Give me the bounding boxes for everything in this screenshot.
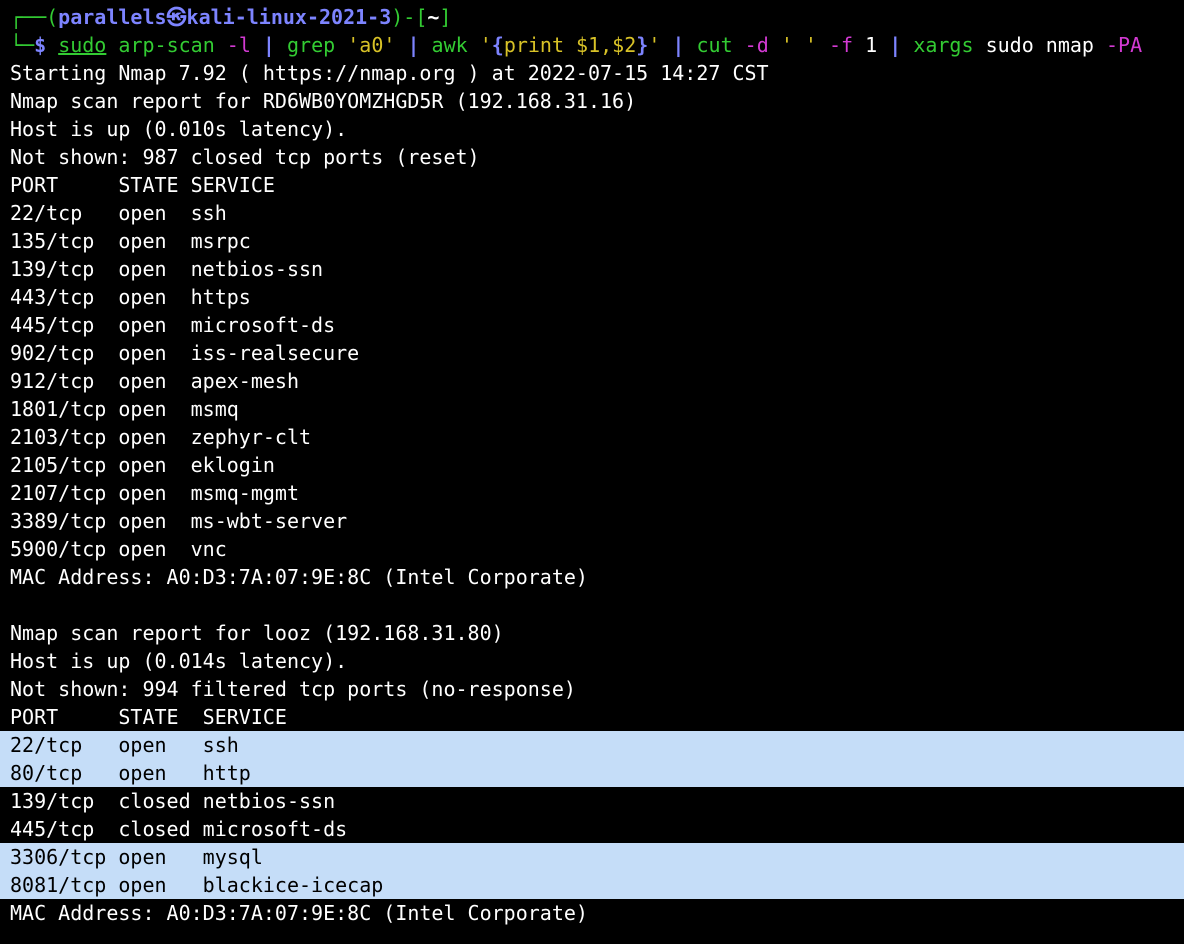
terminal-window[interactable]: ┌──(parallels㉿kali-linux-2021-3)-[~] └─$…: [0, 0, 1184, 944]
cmd-nmap-flag: -PA: [1106, 33, 1143, 57]
host2-port-row: 139/tcp closed netbios-ssn: [10, 789, 336, 813]
host2-port-row-selected: 8081/tcp open blackice-icecap: [0, 871, 1184, 899]
host1-port-row: 2105/tcp open eklogin: [10, 453, 275, 477]
cmd-grep-arg: 'a0': [347, 33, 396, 57]
host1-port-row: 1801/tcp open msmq: [10, 397, 239, 421]
cmd-sudo: sudo: [58, 33, 107, 57]
host1-port-row: 5900/tcp open vnc: [10, 537, 227, 561]
host1-port-row: 2103/tcp open zephyr-clt: [10, 425, 312, 449]
prompt-corner-top: ┌──(: [10, 5, 59, 29]
host1-port-row: 445/tcp open microsoft-ds: [10, 313, 336, 337]
cmd-awk-body: print $1,$2: [503, 33, 637, 57]
host2-port-row: 445/tcp closed microsoft-ds: [10, 817, 348, 841]
host1-port-row: 22/tcp open ssh: [10, 201, 227, 225]
host2-status-line: Host is up (0.014s latency).: [10, 649, 348, 673]
cmd-pipe-3: |: [672, 33, 685, 57]
host1-port-row: 3389/tcp open ms-wbt-server: [10, 509, 348, 533]
prompt-separator: )-[: [391, 5, 428, 29]
host1-port-row: 139/tcp open netbios-ssn: [10, 257, 324, 281]
host2-port-row-selected: 22/tcp open ssh: [0, 731, 1184, 759]
prompt-corner-bottom: └─: [10, 33, 35, 57]
host2-not-shown-line: Not shown: 994 filtered tcp ports (no-re…: [10, 677, 576, 701]
host1-report-line: Nmap scan report for RD6WB0YOMZHGD5R (19…: [10, 89, 637, 113]
cmd-arp-scan: arp-scan: [118, 33, 215, 57]
cmd-awk-brace-open: {: [491, 33, 504, 57]
cmd-cut-f: -f: [828, 33, 854, 57]
host2-port-row-selected: 3306/tcp open mysql: [0, 843, 1184, 871]
cmd-pipe-2: |: [407, 33, 420, 57]
host1-status-line: Host is up (0.010s latency).: [10, 117, 348, 141]
cmd-sudo-nmap: sudo nmap: [985, 33, 1094, 57]
cmd-grep: grep: [287, 33, 336, 57]
prompt-close: ]: [439, 5, 452, 29]
nmap-start-line: Starting Nmap 7.92 ( https://nmap.org ) …: [10, 61, 769, 85]
cmd-cut-num: 1: [865, 33, 878, 57]
cmd-cut-delim: ' ': [780, 33, 817, 57]
host1-port-header: PORT STATE SERVICE: [10, 173, 275, 197]
host2-mac-line: MAC Address: A0:D3:7A:07:9E:8C (Intel Co…: [10, 901, 588, 925]
host1-port-row: 2107/tcp open msmq-mgmt: [10, 481, 299, 505]
host2-port-header: PORT STATE SERVICE: [10, 705, 287, 729]
prompt-line-top: ┌──(parallels㉿kali-linux-2021-3)-[~]: [0, 3, 1184, 31]
prompt-dollar: $: [34, 33, 47, 57]
prompt-cwd: ~: [427, 5, 440, 29]
host1-port-row: 443/tcp open https: [10, 285, 251, 309]
host1-port-row: 135/tcp open msrpc: [10, 229, 251, 253]
host1-port-row: 902/tcp open iss-realsecure: [10, 341, 360, 365]
host1-not-shown-line: Not shown: 987 closed tcp ports (reset): [10, 145, 480, 169]
cmd-cut: cut: [696, 33, 733, 57]
host2-report-line: Nmap scan report for looz (192.168.31.80…: [10, 621, 504, 645]
cmd-cut-d: -d: [744, 33, 769, 57]
host1-port-row: 912/tcp open apex-mesh: [10, 369, 299, 393]
cmd-arp-flag: -l: [226, 33, 251, 57]
cmd-awk-quote-close: ': [648, 33, 661, 57]
cmd-awk-brace-close: }: [636, 33, 649, 57]
host2-port-row-selected: 80/tcp open http: [0, 759, 1184, 787]
cmd-xargs: xargs: [913, 33, 974, 57]
prompt-user-host: parallels㉿kali-linux-2021-3: [58, 5, 392, 29]
host1-mac-line: MAC Address: A0:D3:7A:07:9E:8C (Intel Co…: [10, 565, 588, 589]
cmd-pipe-1: |: [262, 33, 275, 57]
command-line[interactable]: └─$ sudo arp-scan -l | grep 'a0' | awk '…: [0, 31, 1184, 59]
cmd-pipe-4: |: [889, 33, 902, 57]
cmd-awk-quote-open: ': [479, 33, 492, 57]
cmd-awk: awk: [431, 33, 468, 57]
